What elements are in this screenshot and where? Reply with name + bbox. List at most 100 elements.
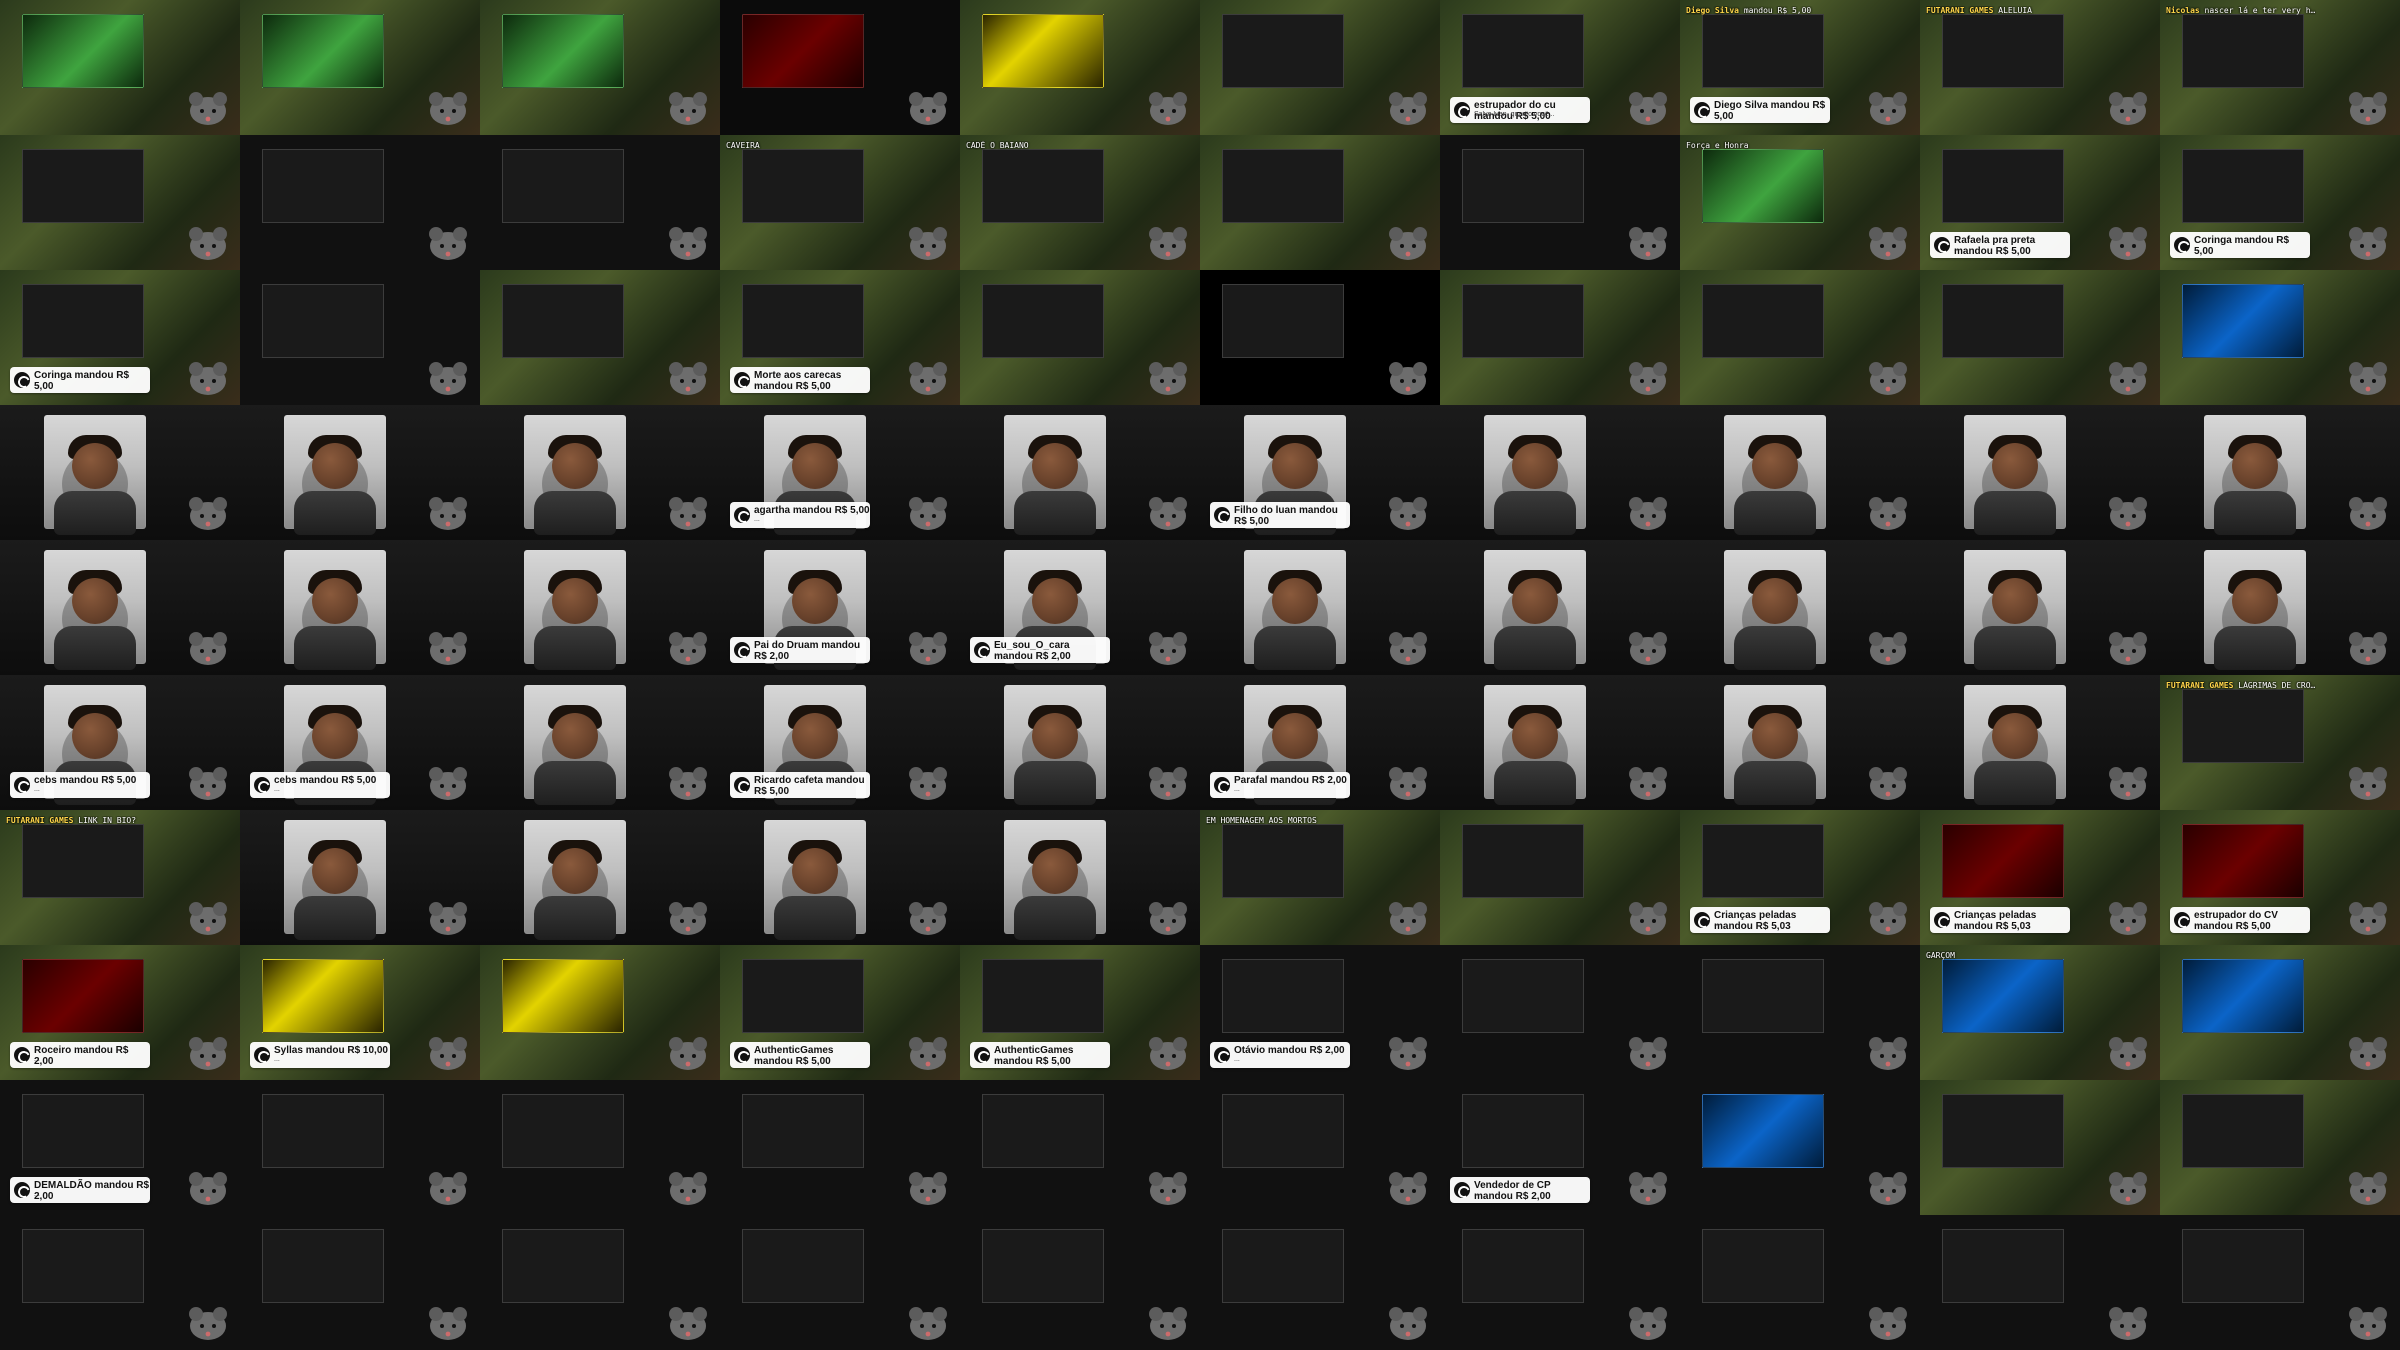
person-shirt: [1734, 761, 1816, 805]
content-thumbnail: [2182, 1094, 2304, 1168]
donation-toast: Pai do Druam mandou R$ 2,00...: [730, 637, 870, 663]
donation-toast: Rafaela pra preta mandou R$ 5,00...: [1930, 232, 2070, 258]
content-thumbnail: [2182, 824, 2304, 898]
content-thumbnail: [1942, 284, 2064, 358]
chat-username: Diego Silva: [1686, 6, 1739, 15]
rat-mask-icon: [1629, 1172, 1667, 1205]
donation-logo-icon: [1934, 912, 1950, 928]
person-face: [1272, 713, 1318, 759]
rat-mask-icon: [1629, 92, 1667, 125]
rat-mask-icon: [2109, 227, 2147, 260]
rat-mask-icon: [189, 497, 227, 530]
person-face: [2232, 578, 2278, 624]
person-face: [1032, 848, 1078, 894]
person-face: [312, 578, 358, 624]
person-face: [792, 443, 838, 489]
stream-frame-tile: FUTARANI GAMES LINK IN BIO?: [0, 810, 240, 945]
rat-mask-icon: [189, 1307, 227, 1340]
stream-frame-tile: Parafal mandou R$ 2,00...: [1200, 675, 1440, 810]
stream-frame-tile: [0, 405, 240, 540]
chat-username: Nicolas: [2166, 6, 2200, 15]
person-shirt: [534, 761, 616, 805]
rat-mask-icon: [2349, 497, 2387, 530]
rat-mask-icon: [429, 227, 467, 260]
webcam-frame: [284, 550, 386, 670]
person-shirt: [1254, 626, 1336, 670]
donation-message: ...: [34, 786, 40, 793]
donation-toast: cebs mandou R$ 5,00...: [250, 772, 390, 798]
rat-mask-icon: [1629, 767, 1667, 800]
webcam-frame: [284, 820, 386, 940]
rat-mask-icon: [2109, 902, 2147, 935]
rat-mask-icon: [909, 497, 947, 530]
donation-logo-icon: [734, 777, 750, 793]
stream-frame-tile: Pai do Druam mandou R$ 2,00...: [720, 540, 960, 675]
donation-toast: Ricardo cafeta mandou R$ 5,00...: [730, 772, 870, 798]
stream-frame-tile: [2160, 405, 2400, 540]
donation-message: ...: [34, 1191, 40, 1198]
chat-line: Nicolas nascer lá e ter very hard: [2166, 6, 2316, 15]
chat-username: FUTARANI GAMES: [2166, 681, 2234, 690]
rat-mask-icon: [909, 1172, 947, 1205]
stream-frame-tile: Roceiro mandou R$ 2,00...: [0, 945, 240, 1080]
person-shirt: [1974, 761, 2056, 805]
stream-frame-tile: Vendedor de CP mandou R$ 2,00...: [1440, 1080, 1680, 1215]
content-thumbnail: [22, 149, 144, 223]
content-thumbnail: [1942, 824, 2064, 898]
donation-toast: Otávio mandou R$ 2,00...: [1210, 1042, 1350, 1068]
rat-mask-icon: [1869, 902, 1907, 935]
donation-logo-icon: [734, 1047, 750, 1063]
webcam-frame: [524, 415, 626, 535]
content-thumbnail: [502, 1229, 624, 1303]
donation-message: ...: [2194, 921, 2200, 928]
content-thumbnail: [1222, 1229, 1344, 1303]
stream-frame-tile: [960, 1080, 1200, 1215]
rat-mask-icon: [2109, 92, 2147, 125]
stream-frame-tile: [1440, 405, 1680, 540]
donation-toast: Coringa mandou R$ 5,00...: [2170, 232, 2310, 258]
stream-frame-tile: [720, 1215, 960, 1350]
rat-mask-icon: [2109, 1307, 2147, 1340]
donation-title: Parafal mandou R$ 2,00: [1234, 775, 1347, 786]
content-thumbnail: [982, 284, 1104, 358]
rat-mask-icon: [1149, 497, 1187, 530]
person-face: [1032, 713, 1078, 759]
donation-toast: Crianças peladas mandou R$ 5,03...: [1930, 907, 2070, 933]
content-thumbnail: [22, 959, 144, 1033]
donation-toast: Parafal mandou R$ 2,00...: [1210, 772, 1350, 798]
rat-mask-icon: [669, 1307, 707, 1340]
donation-logo-icon: [254, 777, 270, 793]
rat-mask-icon: [429, 1307, 467, 1340]
stream-frame-tile: [480, 1215, 720, 1350]
content-thumbnail: [262, 149, 384, 223]
person-shirt: [294, 626, 376, 670]
donation-message: ...: [1714, 921, 1720, 928]
stream-frame-tile: [240, 0, 480, 135]
stream-frame-tile: [240, 135, 480, 270]
rat-mask-icon: [1389, 1307, 1427, 1340]
rat-mask-icon: [1389, 1037, 1427, 1070]
chat-overlay: Nicolas nascer lá e ter very hard: [2166, 6, 2316, 121]
person-shirt: [294, 491, 376, 535]
chat-overlay: GARÇOM: [1926, 951, 2076, 1066]
webcam-frame: [764, 820, 866, 940]
stream-frame-tile: [0, 540, 240, 675]
person-face: [552, 713, 598, 759]
rat-mask-icon: [429, 632, 467, 665]
stream-frame-tile: [1920, 675, 2160, 810]
donation-message: ...: [34, 381, 40, 388]
content-thumbnail: [1222, 14, 1344, 88]
donation-logo-icon: [974, 1047, 990, 1063]
rat-mask-icon: [669, 227, 707, 260]
rat-mask-icon: [909, 632, 947, 665]
webcam-frame: [524, 820, 626, 940]
donation-message: ...: [994, 1056, 1000, 1063]
chat-line: FUTARANI GAMES LINK IN BIO?: [6, 816, 156, 825]
stream-frame-tile: Morte aos carecas mandou R$ 5,00...: [720, 270, 960, 405]
rat-mask-icon: [2349, 92, 2387, 125]
content-thumbnail: [2182, 959, 2304, 1033]
person-face: [1512, 443, 1558, 489]
person-shirt: [1974, 491, 2056, 535]
donation-toast: cebs mandou R$ 5,00...: [10, 772, 150, 798]
rat-mask-icon: [189, 362, 227, 395]
